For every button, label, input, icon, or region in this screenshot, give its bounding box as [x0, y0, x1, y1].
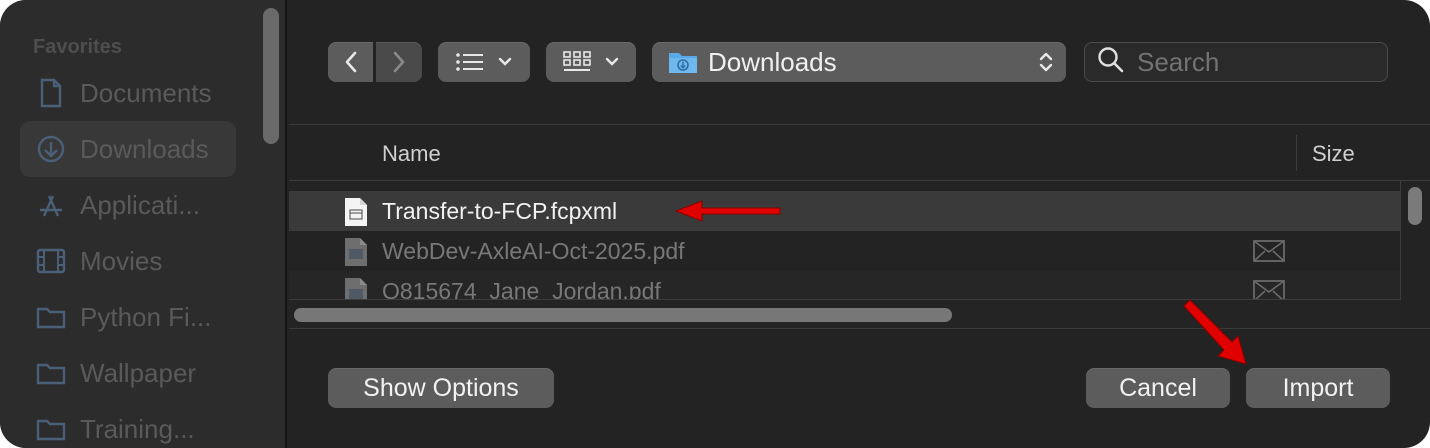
sidebar-item-applications[interactable]: Applicati...: [20, 177, 236, 233]
sidebar-item-movies[interactable]: Movies: [20, 233, 236, 289]
chevron-left-icon: [344, 51, 358, 73]
sidebar-item-label: Applicati...: [80, 189, 200, 220]
import-button[interactable]: Import: [1246, 368, 1390, 408]
sidebar: Favorites Documents Downloads Applicati.…: [0, 0, 287, 448]
name-column-header[interactable]: Name: [382, 141, 441, 167]
divider: [289, 328, 1430, 329]
file-name: Transfer-to-FCP.fcpxml: [382, 198, 618, 224]
sidebar-item-label: Training...: [80, 413, 195, 444]
chevron-down-icon: [498, 57, 512, 67]
sidebar-item-label: Documents: [80, 77, 212, 108]
vertical-scrollbar[interactable]: [1408, 187, 1422, 225]
file-row[interactable]: Transfer-to-FCP.fcpxml: [289, 191, 1401, 231]
column-divider[interactable]: [1296, 135, 1297, 171]
file-row[interactable]: WebDev-AxleAI-Oct-2025.pdf: [289, 231, 1401, 271]
sidebar-item-label: Python Fi...: [80, 301, 212, 332]
cancel-button[interactable]: Cancel: [1086, 368, 1230, 408]
location-label: Downloads: [708, 46, 837, 77]
list-icon: [456, 53, 484, 71]
chevron-right-icon: [392, 51, 406, 73]
folder-icon: [36, 358, 66, 388]
sidebar-scrollbar[interactable]: [263, 8, 279, 144]
download-circle-icon: [36, 134, 66, 164]
sidebar-item-training[interactable]: Training...: [20, 401, 236, 448]
size-column-header[interactable]: Size: [1312, 141, 1355, 167]
mail-icon: [1253, 280, 1285, 299]
search-field[interactable]: Search: [1084, 42, 1388, 82]
file-open-dialog: Favorites Documents Downloads Applicati.…: [0, 0, 1430, 448]
sidebar-item-python-files[interactable]: Python Fi...: [20, 289, 236, 345]
forward-button[interactable]: [376, 42, 422, 82]
annotation-arrow-icon: [674, 200, 781, 222]
horizontal-scrollbar[interactable]: [294, 308, 952, 322]
document-icon: [36, 78, 66, 108]
vertical-scroll-track: [1400, 181, 1401, 299]
sidebar-item-label: Movies: [80, 245, 163, 276]
pdf-file-icon: [344, 237, 368, 267]
folder-icon: [36, 414, 66, 444]
mail-icon: [1253, 240, 1285, 267]
applications-icon: [36, 190, 66, 220]
fcpxml-file-icon: [344, 197, 368, 227]
pdf-file-icon: [344, 277, 368, 299]
grid-icon: [563, 51, 591, 73]
film-icon: [36, 246, 66, 276]
sidebar-section-favorites: Favorites: [33, 36, 122, 58]
file-browser: Name Size Transfer-to-FCP.fcpxml WebDev-…: [289, 124, 1430, 329]
sidebar-item-downloads[interactable]: Downloads: [20, 121, 236, 177]
sidebar-item-documents[interactable]: Documents: [20, 65, 236, 121]
chevron-down-icon: [605, 57, 619, 67]
location-popup[interactable]: Downloads: [652, 42, 1066, 82]
file-name: Q815674_Jane_Jordan.pdf: [382, 278, 661, 299]
back-button[interactable]: [328, 42, 373, 82]
folder-icon: [36, 302, 66, 332]
search-icon: [1097, 46, 1125, 79]
group-view-button[interactable]: [546, 42, 636, 82]
file-row[interactable]: Q815674_Jane_Jordan.pdf: [289, 271, 1401, 299]
show-options-button[interactable]: Show Options: [328, 368, 554, 408]
search-placeholder: Search: [1137, 46, 1220, 77]
sidebar-item-label: Wallpaper: [80, 357, 197, 388]
sidebar-item-wallpaper[interactable]: Wallpaper: [20, 345, 236, 401]
file-rows: Transfer-to-FCP.fcpxml WebDev-AxleAI-Oct…: [289, 191, 1401, 299]
file-name: WebDev-AxleAI-Oct-2025.pdf: [382, 238, 685, 264]
annotation-arrow-icon: [1183, 299, 1247, 365]
up-down-chevron-icon: [1038, 50, 1054, 74]
list-view-button[interactable]: [438, 42, 530, 82]
column-header: Name Size: [289, 125, 1430, 181]
sidebar-item-label: Downloads: [80, 133, 209, 164]
downloads-folder-icon: [668, 49, 698, 75]
